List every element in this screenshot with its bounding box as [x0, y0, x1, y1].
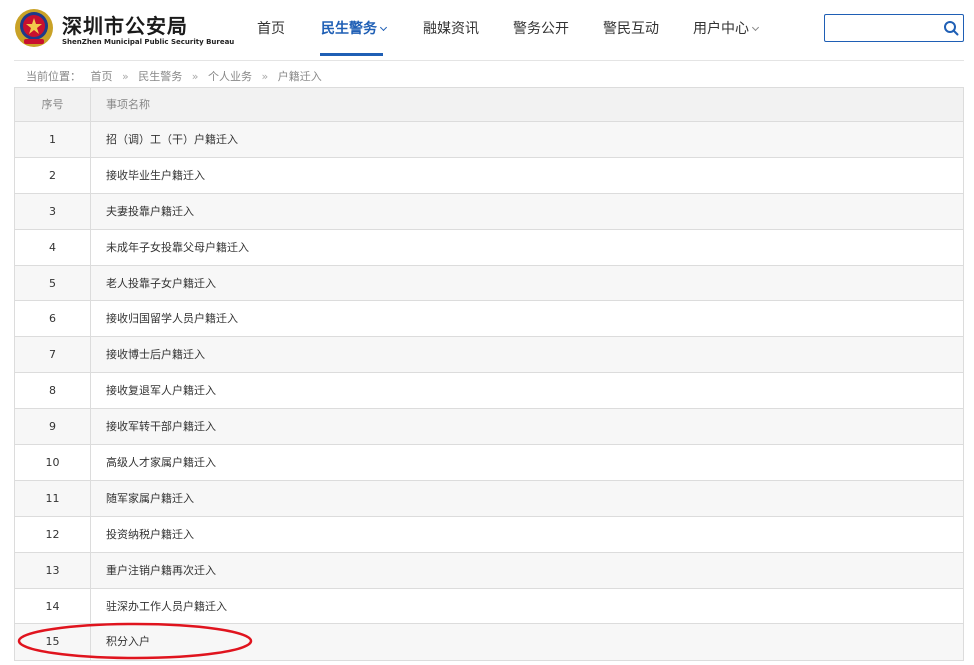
- row-number: 9: [15, 409, 91, 445]
- row-name: 未成年子女投靠父母户籍迁入: [106, 240, 249, 254]
- row-number: 15: [15, 624, 91, 661]
- row-name: 接收归国留学人员户籍迁入: [106, 312, 238, 326]
- search-icon[interactable]: [943, 20, 959, 36]
- row-number: 10: [15, 445, 91, 480]
- header-divider: [14, 60, 964, 61]
- row-name: 接收博士后户籍迁入: [106, 348, 205, 362]
- nav-people-policing[interactable]: 民生警务: [321, 18, 388, 38]
- breadcrumb-separator: »: [191, 70, 199, 83]
- column-header-number: 序号: [15, 88, 91, 121]
- table-row[interactable]: 12 投资纳税户籍迁入: [15, 516, 963, 553]
- items-table: 序号 事项名称 1 招（调）工（干）户籍迁入 2 接收毕业生户籍迁入 3 夫妻投靠户籍…: [14, 87, 964, 662]
- site-header: 深圳市公安局 ShenZhen Municipal Public Securit…: [0, 0, 974, 58]
- table-row[interactable]: 5 老人投靠子女户籍迁入: [15, 265, 963, 302]
- nav-police-affairs[interactable]: 警务公开: [513, 18, 569, 38]
- breadcrumb-prefix: 当前位置：: [26, 70, 81, 83]
- table-row[interactable]: 3 夫妻投靠户籍迁入: [15, 193, 963, 230]
- table-row[interactable]: 14 驻深办工作人员户籍迁入: [15, 588, 963, 625]
- breadcrumb-personal-business[interactable]: 个人业务: [208, 70, 252, 83]
- table-row[interactable]: 6 接收归国留学人员户籍迁入: [15, 301, 963, 338]
- row-number: 11: [15, 480, 91, 516]
- breadcrumb-people-policing[interactable]: 民生警务: [138, 70, 182, 83]
- breadcrumb: 当前位置： 首页 » 民生警务 » 个人业务 » 户籍迁入: [26, 68, 328, 84]
- row-name: 驻深办工作人员户籍迁入: [106, 599, 227, 613]
- nav-label: 警务公开: [513, 21, 569, 37]
- row-number: 7: [15, 337, 91, 373]
- row-name: 老人投靠子女户籍迁入: [106, 276, 216, 290]
- breadcrumb-separator: »: [122, 70, 129, 83]
- row-number: 4: [15, 229, 91, 265]
- row-number: 6: [15, 301, 91, 337]
- chevron-down-icon: [379, 23, 388, 32]
- row-name: 积分入户: [106, 635, 150, 649]
- row-name: 招（调）工（干）户籍迁入: [106, 133, 238, 146]
- nav-interaction[interactable]: 警民互动: [603, 18, 659, 38]
- row-number: 13: [15, 552, 91, 588]
- breadcrumb-current[interactable]: 户籍迁入: [278, 70, 322, 83]
- table-row[interactable]: 15 积分入户: [15, 624, 963, 661]
- table-row[interactable]: 2 接收毕业生户籍迁入: [15, 157, 963, 194]
- row-name: 高级人才家属户籍迁入: [106, 456, 216, 470]
- site-title: 深圳市公安局: [62, 14, 188, 38]
- nav-media-news[interactable]: 融媒资讯: [423, 18, 479, 38]
- breadcrumb-separator: »: [261, 70, 269, 83]
- table-row[interactable]: 10 高级人才家属户籍迁入: [15, 445, 963, 481]
- nav-home[interactable]: 首页: [257, 18, 285, 38]
- breadcrumb-home[interactable]: 首页: [91, 70, 113, 83]
- table-header: 序号 事项名称: [15, 88, 963, 122]
- nav-user-center[interactable]: 用户中心: [693, 18, 760, 38]
- row-number: 12: [15, 516, 91, 552]
- row-number: 1: [15, 122, 91, 157]
- table-row[interactable]: 7 接收博士后户籍迁入: [15, 337, 963, 374]
- nav-label: 融媒资讯: [423, 21, 479, 37]
- table-row[interactable]: 4 未成年子女投靠父母户籍迁入: [15, 229, 963, 266]
- table-row[interactable]: 11 随军家属户籍迁入: [15, 480, 963, 517]
- row-name: 夫妻投靠户籍迁入: [106, 204, 194, 218]
- search-input[interactable]: [825, 15, 935, 41]
- row-number: 8: [15, 373, 91, 409]
- row-name: 接收军转干部户籍迁入: [106, 420, 216, 434]
- table-row[interactable]: 8 接收复退军人户籍迁入: [15, 373, 963, 410]
- table-row[interactable]: 9 接收军转干部户籍迁入: [15, 409, 963, 446]
- site-subtitle: ShenZhen Municipal Public Security Burea…: [62, 38, 235, 46]
- nav-label: 民生警务: [321, 21, 377, 37]
- table-body: 1 招（调）工（干）户籍迁入 2 接收毕业生户籍迁入 3 夫妻投靠户籍迁入 4 未成年子…: [15, 122, 963, 661]
- row-name: 接收毕业生户籍迁入: [106, 168, 205, 182]
- row-number: 3: [15, 193, 91, 229]
- search-box: [824, 14, 964, 42]
- column-header-name: 事项名称: [106, 98, 150, 111]
- row-number: 14: [15, 588, 91, 624]
- row-number: 5: [15, 265, 91, 301]
- row-name: 接收复退军人户籍迁入: [106, 384, 216, 398]
- active-nav-indicator: [320, 53, 383, 56]
- police-emblem-icon[interactable]: [14, 8, 54, 48]
- nav-label: 用户中心: [693, 21, 749, 37]
- chevron-down-icon: [751, 23, 760, 32]
- nav-label: 警民互动: [603, 21, 659, 37]
- table-row[interactable]: 13 重户注销户籍再次迁入: [15, 552, 963, 589]
- nav-label: 首页: [257, 21, 285, 37]
- row-name: 投资纳税户籍迁入: [106, 527, 194, 541]
- row-name: 重户注销户籍再次迁入: [106, 563, 216, 577]
- row-name: 随军家属户籍迁入: [106, 491, 194, 505]
- table-row[interactable]: 1 招（调）工（干）户籍迁入: [15, 122, 963, 158]
- row-number: 2: [15, 157, 91, 193]
